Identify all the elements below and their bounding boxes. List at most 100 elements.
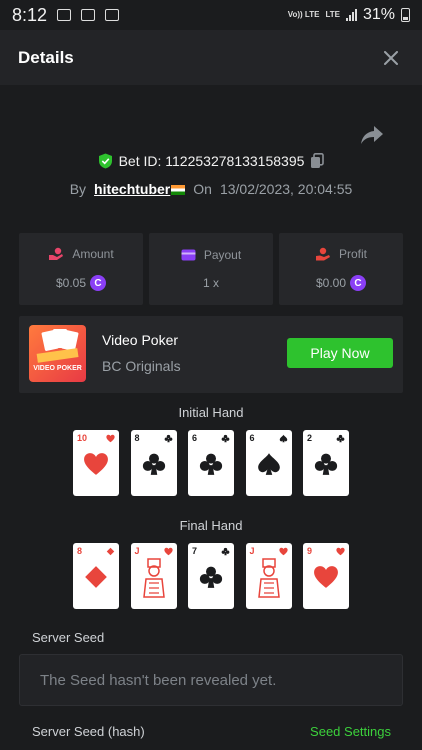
- jack-face-icon: [257, 558, 280, 598]
- seed-settings-link[interactable]: Seed Settings: [310, 724, 391, 739]
- battery-percent: 31%: [362, 6, 395, 23]
- final-hand-title: Final Hand: [179, 518, 243, 533]
- server-seed-hash-label: Server Seed (hash): [32, 724, 145, 739]
- bet-id: Bet ID: 112253278133158395: [118, 153, 305, 169]
- diamonds-small-icon: [106, 547, 115, 556]
- server-seed-field: The Seed hasn't been revealed yet.: [19, 654, 403, 706]
- coin-icon: C: [350, 275, 367, 291]
- hearts-small-icon: [336, 547, 345, 556]
- shield-check-icon: [98, 153, 112, 169]
- details-header: Details: [0, 30, 422, 85]
- card-rank: 10: [77, 433, 88, 443]
- playing-card: 10: [73, 430, 119, 496]
- card-rank: 2: [307, 433, 313, 443]
- card-rank: 8: [134, 433, 140, 443]
- playing-card: 6: [245, 430, 292, 496]
- status-right: Vo)) LTE LTE 31%: [288, 6, 410, 24]
- diamonds-icon: [85, 566, 107, 588]
- card-rank: 8: [77, 546, 83, 556]
- hearts-small-icon: [106, 434, 115, 443]
- stat-payout: Payout 1 x: [149, 233, 273, 305]
- app-notification-icon: [81, 9, 96, 21]
- stat-amount-label-row: Amount: [48, 247, 114, 261]
- video-poker-thumbnail: VIDEO POKER: [29, 325, 86, 382]
- play-now-button[interactable]: Play Now: [287, 338, 393, 368]
- clubs-icon: [199, 566, 223, 588]
- payout-value-row: 1 x: [203, 276, 219, 290]
- close-icon: [384, 50, 398, 65]
- bet-author-row: By hitechtuber On 13/02/2023, 20:04:55: [0, 181, 422, 197]
- card-rank: 7: [192, 546, 198, 556]
- amount-label: Amount: [72, 247, 114, 261]
- share-button[interactable]: [360, 125, 386, 147]
- payout-label: Payout: [203, 248, 242, 262]
- india-flag-icon: [171, 185, 186, 196]
- playing-card: 9: [303, 543, 349, 609]
- jack-face-icon: [142, 558, 165, 598]
- page-title: Details: [18, 47, 74, 67]
- clubs-small-icon: [336, 434, 345, 443]
- gallery-notification-icon: [57, 9, 72, 21]
- coin-icon: C: [90, 275, 107, 291]
- playing-card: 6: [188, 430, 234, 496]
- clubs-icon: [142, 453, 165, 475]
- copy-icon[interactable]: [310, 153, 325, 169]
- playing-card: 7: [188, 543, 234, 609]
- thumbnail-text: VIDEO POKER: [33, 365, 82, 372]
- status-left: 8:12: [12, 4, 120, 26]
- share-icon: [361, 126, 383, 144]
- game-card: VIDEO POKER Video Poker BC Originals Pla…: [19, 316, 403, 393]
- sim-notification-icon: [105, 9, 120, 21]
- money-hand-icon: [49, 247, 64, 260]
- hearts-icon: [314, 566, 338, 588]
- card-rank: 6: [192, 433, 198, 443]
- spades-icon: [257, 453, 280, 475]
- playing-card: 2: [303, 430, 349, 496]
- playing-card: J: [130, 543, 177, 609]
- initial-hand-cards: 10 8 6 6 2: [73, 430, 349, 496]
- card-rank: J: [249, 546, 255, 556]
- profit-hand-icon: [315, 247, 330, 261]
- bet-stats: Amount $0.05 C Payout 1 x Profit $0.00 C: [19, 233, 403, 305]
- playing-card: 8: [130, 430, 177, 496]
- card-rank: J: [134, 546, 140, 556]
- lte-icon: LTE: [325, 10, 340, 19]
- hearts-small-icon: [163, 547, 173, 556]
- game-provider: BC Originals: [102, 358, 181, 374]
- clubs-small-icon: [221, 547, 230, 556]
- volte-icon: Vo)) LTE: [287, 10, 320, 19]
- initial-hand-title: Initial Hand: [178, 405, 244, 420]
- card-rank: 6: [249, 433, 255, 443]
- on-label: On: [193, 181, 212, 197]
- hearts-small-icon: [278, 547, 288, 556]
- profit-value: $0.00: [315, 276, 347, 290]
- stat-payout-label-row: Payout: [181, 248, 241, 262]
- hearts-icon: [84, 453, 108, 475]
- stat-profit: Profit $0.00 C: [279, 233, 403, 305]
- stat-profit-label-row: Profit: [315, 247, 367, 261]
- clubs-icon: [199, 453, 223, 475]
- server-seed-label: Server Seed: [32, 630, 105, 645]
- final-hand-cards: 8 J 7 J 9: [73, 543, 349, 609]
- profit-label: Profit: [338, 247, 367, 261]
- status-time: 8:12: [12, 4, 48, 25]
- profit-value-row: $0.00 C: [315, 275, 367, 291]
- amount-value-row: $0.05 C: [55, 275, 107, 291]
- clubs-small-icon: [221, 434, 230, 443]
- details-content: Bet ID: 112253278133158395 By hitechtube…: [0, 85, 422, 750]
- clubs-small-icon: [164, 434, 172, 443]
- close-button[interactable]: [378, 45, 404, 71]
- spades-small-icon: [279, 434, 287, 443]
- wallet-icon: [181, 249, 196, 261]
- playing-card: J: [245, 543, 292, 609]
- game-name: Video Poker: [102, 332, 179, 348]
- stat-amount: Amount $0.05 C: [19, 233, 143, 305]
- card-rank: 9: [307, 546, 313, 556]
- by-label: By: [69, 181, 87, 197]
- playing-card: 8: [73, 543, 119, 609]
- payout-value: 1 x: [202, 276, 219, 290]
- bet-id-row: Bet ID: 112253278133158395: [0, 153, 422, 169]
- status-bar: 8:12 Vo)) LTE LTE 31%: [0, 0, 422, 30]
- username-link[interactable]: hitechtuber: [94, 181, 186, 197]
- amount-value: $0.05: [55, 276, 87, 290]
